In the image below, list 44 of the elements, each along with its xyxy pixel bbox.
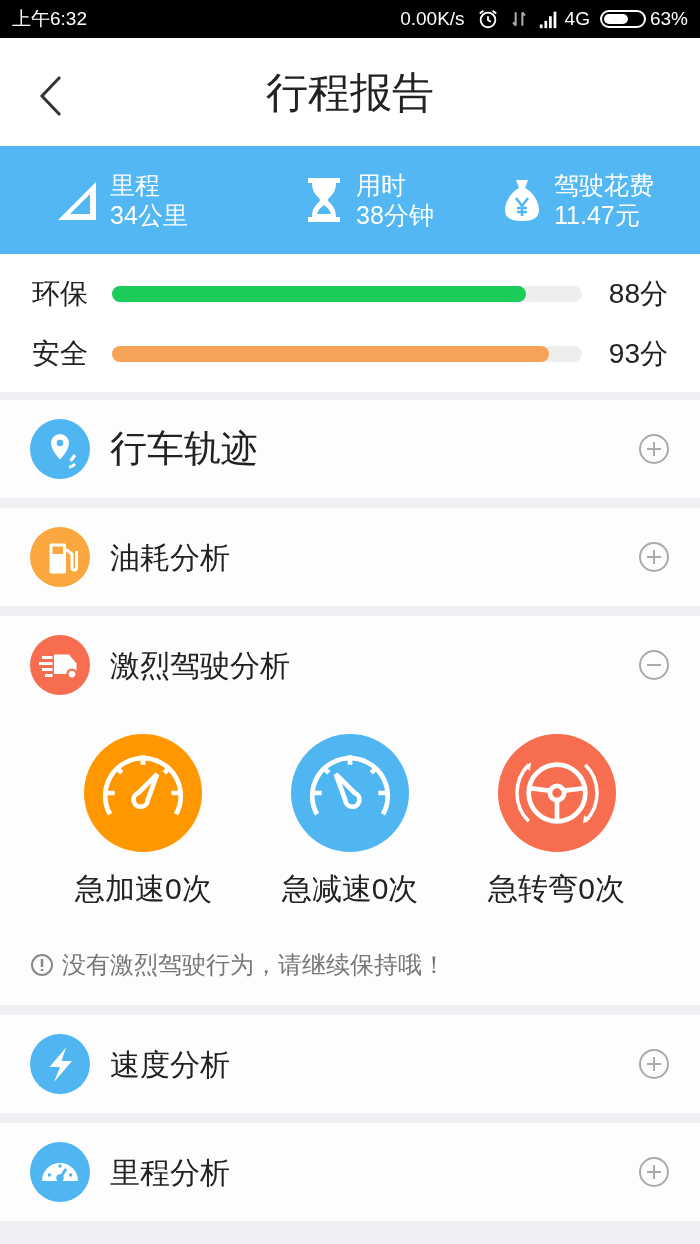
lightning-icon (30, 1034, 90, 1094)
expand-icon[interactable] (638, 1048, 670, 1080)
network-speed: 0.00K/s (400, 6, 465, 31)
summary-label: 用时 (356, 170, 407, 200)
section-header[interactable]: 油耗分析 (0, 508, 700, 606)
battery-icon (599, 9, 646, 29)
summary-value: 34公里 (110, 200, 188, 230)
battery-percent: 63% (649, 6, 688, 31)
summary-value: 11.47元 (554, 200, 641, 230)
hint-text: 没有激烈驾驶行为，请继续保持哦！ (62, 950, 446, 980)
steering-wheel-icon (497, 734, 616, 852)
section-title: 速度分析 (110, 1046, 230, 1083)
section-title: 激烈驾驶分析 (110, 647, 290, 684)
collapse-icon[interactable] (638, 649, 670, 681)
summary-label: 里程 (110, 170, 161, 200)
summary-value: 38分钟 (356, 200, 434, 230)
section-header[interactable]: 速度分析 (0, 1015, 700, 1113)
summary-label: 驾驶花费 (554, 170, 654, 200)
gauge-icon (30, 1142, 90, 1202)
section-title: 行车轨迹 (110, 427, 258, 472)
car-icon (30, 635, 90, 695)
section-header[interactable]: 激烈驾驶分析 (0, 616, 700, 714)
status-time: 上午6:32 (12, 6, 87, 31)
section-header[interactable]: 行车轨迹 (0, 400, 700, 498)
score-value: 93分 (608, 337, 668, 371)
speedometer-icon (84, 734, 203, 852)
section-title: 里程分析 (110, 1154, 230, 1191)
event-count: 急减速0次 (281, 871, 419, 907)
score-label: 安全 (32, 337, 89, 371)
score-label: 环保 (32, 277, 89, 311)
fuel-pump-icon (30, 527, 90, 587)
score-value: 88分 (608, 277, 668, 311)
section-header[interactable]: 里程分析 (0, 1123, 700, 1221)
info-icon (30, 953, 54, 977)
page-title: 行程报告 (266, 67, 434, 118)
expand-icon[interactable] (638, 433, 670, 465)
expand-icon[interactable] (638, 541, 670, 573)
event-count: 急转弯0次 (488, 871, 625, 907)
event-count: 急加速0次 (75, 871, 212, 907)
map-pin-icon (30, 419, 90, 479)
speedometer-icon (291, 734, 409, 852)
expand-icon[interactable] (638, 1156, 670, 1188)
network-type: 4G (564, 6, 590, 31)
section-title: 油耗分析 (110, 539, 230, 576)
